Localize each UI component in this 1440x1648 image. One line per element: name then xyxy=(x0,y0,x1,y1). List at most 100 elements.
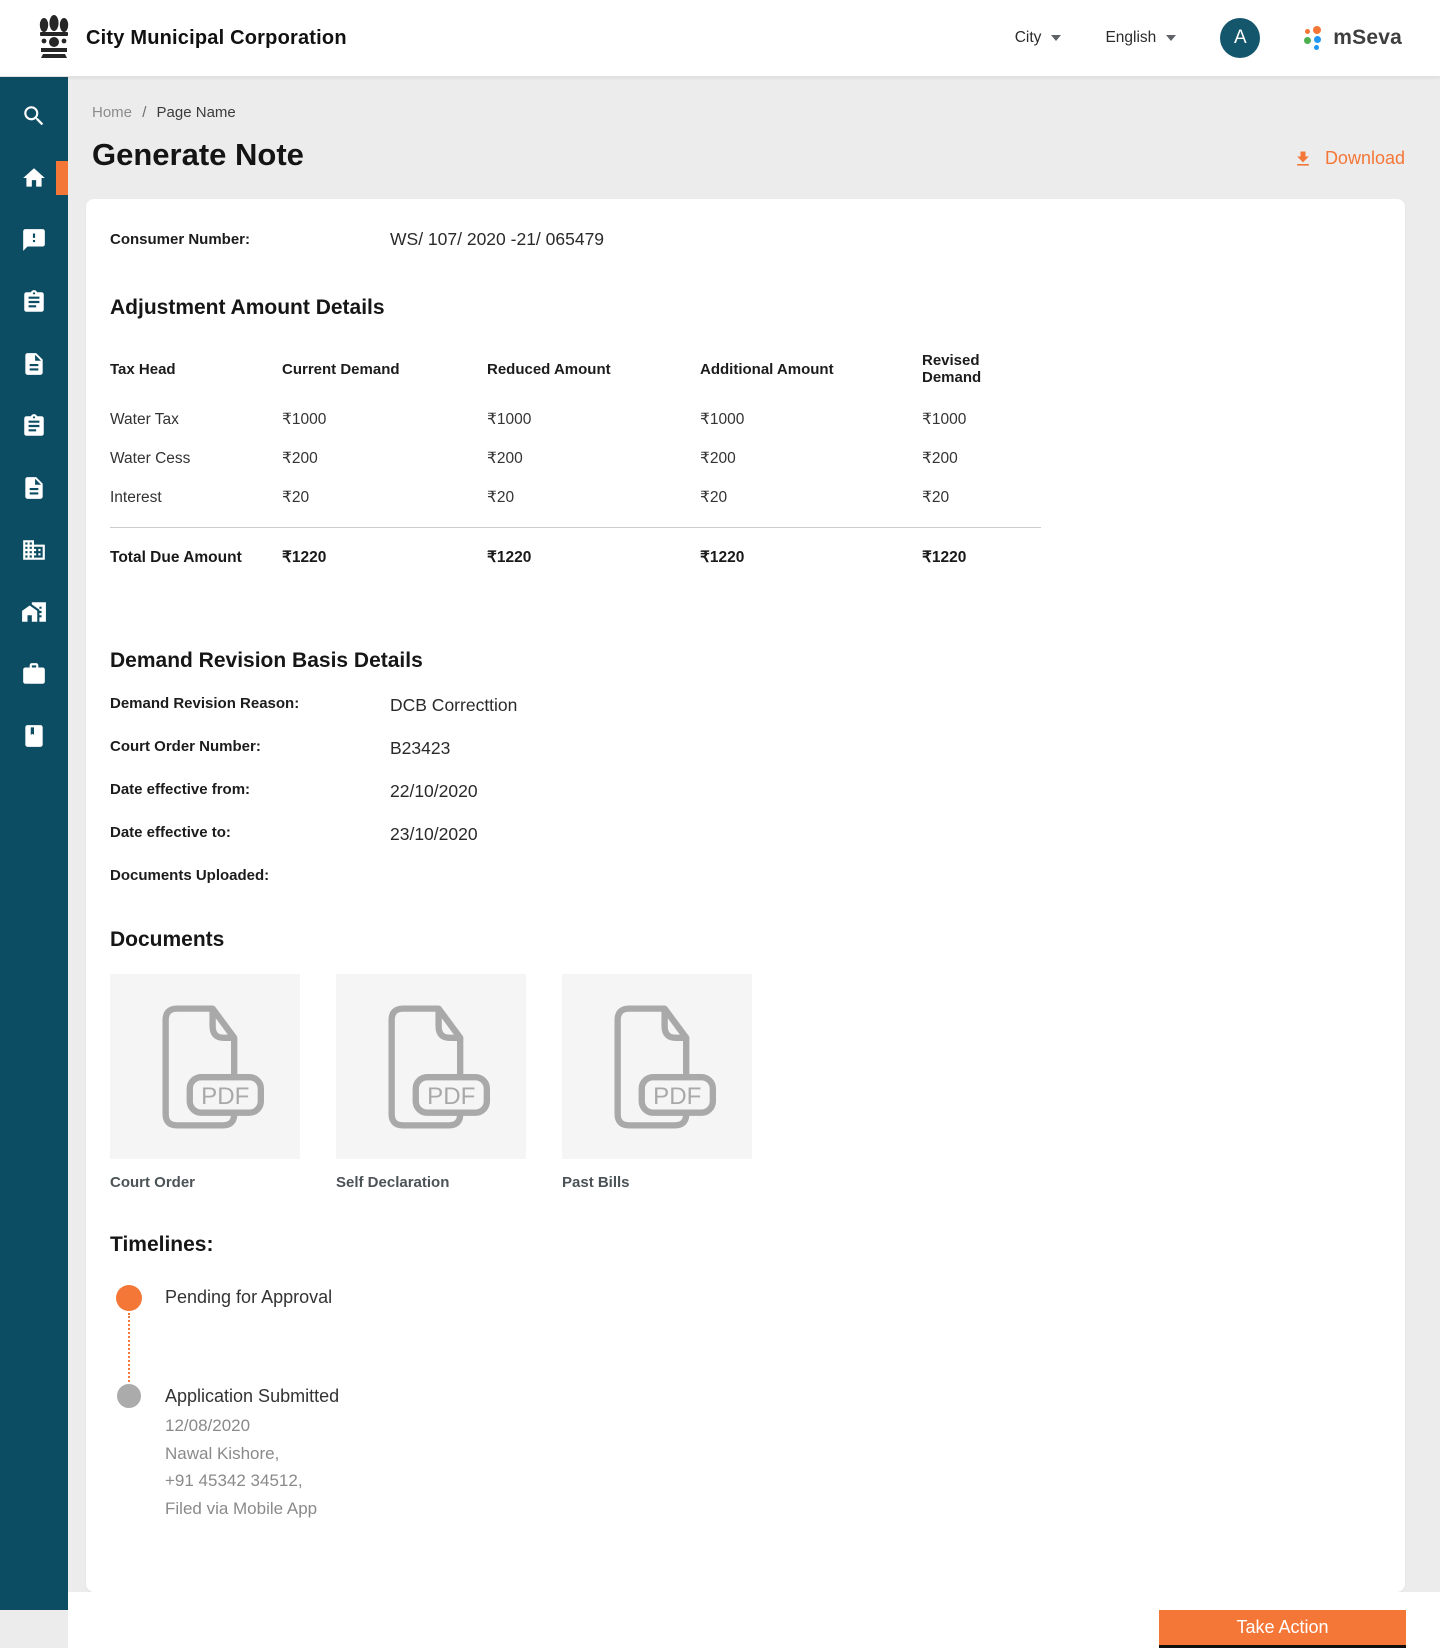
breadcrumb-current: Page Name xyxy=(157,104,236,121)
chevron-down-icon xyxy=(1051,35,1061,41)
breadcrumb-separator: / xyxy=(142,104,146,121)
sidebar-item-reports[interactable] xyxy=(0,457,68,519)
table-row: Water Tax ₹1000 ₹1000 ₹1000 ₹1000 xyxy=(110,400,1041,439)
adjustment-table: Tax Head Current Demand Reduced Amount A… xyxy=(110,342,1041,577)
breadcrumb-home-link[interactable]: Home xyxy=(92,104,132,121)
field-row: Documents Uploaded: xyxy=(110,867,1381,884)
cell: ₹1220 xyxy=(282,528,487,577)
table-total-row: Total Due Amount ₹1220 ₹1220 ₹1220 ₹1220 xyxy=(110,528,1041,577)
cell: ₹20 xyxy=(922,478,1041,517)
pdf-thumbnail: PDF xyxy=(336,974,526,1159)
app-title: City Municipal Corporation xyxy=(86,27,347,50)
document-tile-past-bills[interactable]: PDF Past Bills xyxy=(562,974,752,1191)
clipboard-icon xyxy=(21,413,47,439)
download-button[interactable]: Download xyxy=(1293,148,1405,173)
document-label: Court Order xyxy=(110,1174,300,1191)
download-label: Download xyxy=(1325,148,1405,169)
timeline-step-details: 12/08/2020 Nawal Kishore, +91 45342 3451… xyxy=(165,1412,339,1522)
col-revised-demand: Revised Demand xyxy=(922,342,1041,400)
sidebar-item-complaints[interactable] xyxy=(0,209,68,271)
search-icon xyxy=(21,103,47,129)
cell: ₹200 xyxy=(922,439,1041,478)
document-tile-court-order[interactable]: PDF Court Order xyxy=(110,974,300,1191)
document-icon xyxy=(21,475,47,501)
city-dropdown-label: City xyxy=(1015,29,1042,47)
field-row: Court Order Number: B23423 xyxy=(110,738,1381,759)
revision-fields: Demand Revision Reason: DCB Correcttion … xyxy=(110,695,1381,884)
total-label: Total Due Amount xyxy=(110,529,282,577)
pdf-file-icon: PDF xyxy=(367,1001,495,1133)
adjustment-table-header: Tax Head Current Demand Reduced Amount A… xyxy=(110,342,1041,400)
consumer-number-value: WS/ 107/ 2020 -21/ 065479 xyxy=(390,229,604,250)
take-action-button[interactable]: Take Action xyxy=(1159,1610,1406,1648)
field-value: DCB Correcttion xyxy=(390,695,517,716)
action-footer: Take Action xyxy=(68,1592,1440,1648)
page-title: Generate Note xyxy=(92,137,304,173)
consumer-number-label: Consumer Number: xyxy=(110,229,390,250)
language-dropdown-label: English xyxy=(1105,29,1156,47)
pdf-file-icon: PDF xyxy=(141,1001,269,1133)
cell: ₹200 xyxy=(282,439,487,478)
book-icon xyxy=(21,723,47,749)
top-header: City Municipal Corporation City English … xyxy=(0,0,1440,77)
sidebar-item-search[interactable] xyxy=(0,85,68,147)
sidebar-item-bills[interactable] xyxy=(0,333,68,395)
property-icon xyxy=(21,599,47,625)
table-row: Water Cess ₹200 ₹200 ₹200 ₹200 xyxy=(110,439,1041,478)
cell: ₹200 xyxy=(487,439,700,478)
timeline-dot-done xyxy=(117,1384,141,1408)
timeline-connector xyxy=(128,1313,130,1382)
timeline-step-label: Pending for Approval xyxy=(165,1285,332,1308)
cell: ₹1000 xyxy=(700,400,922,439)
briefcase-icon xyxy=(21,661,47,687)
cell: ₹200 xyxy=(700,439,922,478)
application-card: Consumer Number: WS/ 107/ 2020 -21/ 0654… xyxy=(86,199,1405,1592)
field-row: Date effective to: 23/10/2020 xyxy=(110,824,1381,845)
field-row: Demand Revision Reason: DCB Correcttion xyxy=(110,695,1381,716)
download-icon xyxy=(1293,149,1313,169)
field-label: Documents Uploaded: xyxy=(110,867,390,884)
cell: ₹1000 xyxy=(922,400,1041,439)
pdf-file-icon: PDF xyxy=(593,1001,721,1133)
field-value: 23/10/2020 xyxy=(390,824,478,845)
sidebar-item-home[interactable] xyxy=(0,147,68,209)
cell: ₹20 xyxy=(282,478,487,517)
mseva-dots-icon xyxy=(1304,26,1326,50)
sidebar-item-applications[interactable] xyxy=(0,271,68,333)
sidebar-item-property[interactable] xyxy=(0,581,68,643)
document-label: Self Declaration xyxy=(336,1174,526,1191)
sidebar-item-services[interactable] xyxy=(0,395,68,457)
field-value: B23423 xyxy=(390,738,450,759)
document-label: Past Bills xyxy=(562,1174,752,1191)
field-label: Court Order Number: xyxy=(110,738,390,759)
language-dropdown[interactable]: English xyxy=(1105,29,1176,47)
col-current-demand: Current Demand xyxy=(282,351,487,392)
svg-text:PDF: PDF xyxy=(427,1082,475,1109)
city-dropdown[interactable]: City xyxy=(1015,29,1062,47)
sidebar-item-ledger[interactable] xyxy=(0,705,68,767)
clipboard-icon xyxy=(21,289,47,315)
col-additional-amount: Additional Amount xyxy=(700,351,922,392)
field-label: Demand Revision Reason: xyxy=(110,695,390,716)
timeline-heading: Timelines: xyxy=(110,1233,1381,1257)
document-icon xyxy=(21,351,47,377)
timeline-dot-current xyxy=(116,1285,142,1311)
user-avatar[interactable]: A xyxy=(1220,18,1260,58)
timeline-detail-date: 12/08/2020 xyxy=(165,1412,339,1440)
field-row: Date effective from: 22/10/2020 xyxy=(110,781,1381,802)
feedback-icon xyxy=(21,227,47,253)
cell: Water Cess xyxy=(110,440,282,478)
home-icon xyxy=(21,165,47,191)
national-emblem-icon xyxy=(36,15,72,61)
timeline-step-label: Application Submitted xyxy=(165,1384,339,1407)
document-tile-self-declaration[interactable]: PDF Self Declaration xyxy=(336,974,526,1191)
col-tax-head: Tax Head xyxy=(110,351,282,392)
cell: ₹20 xyxy=(487,478,700,517)
pdf-thumbnail: PDF xyxy=(110,974,300,1159)
sidebar-item-municipal-services[interactable] xyxy=(0,519,68,581)
cell: ₹1220 xyxy=(922,528,1041,577)
sidebar-item-employee[interactable] xyxy=(0,643,68,705)
col-reduced-amount: Reduced Amount xyxy=(487,351,700,392)
cell: ₹20 xyxy=(700,478,922,517)
page-content: Home / Page Name Generate Note Download … xyxy=(68,77,1440,1592)
